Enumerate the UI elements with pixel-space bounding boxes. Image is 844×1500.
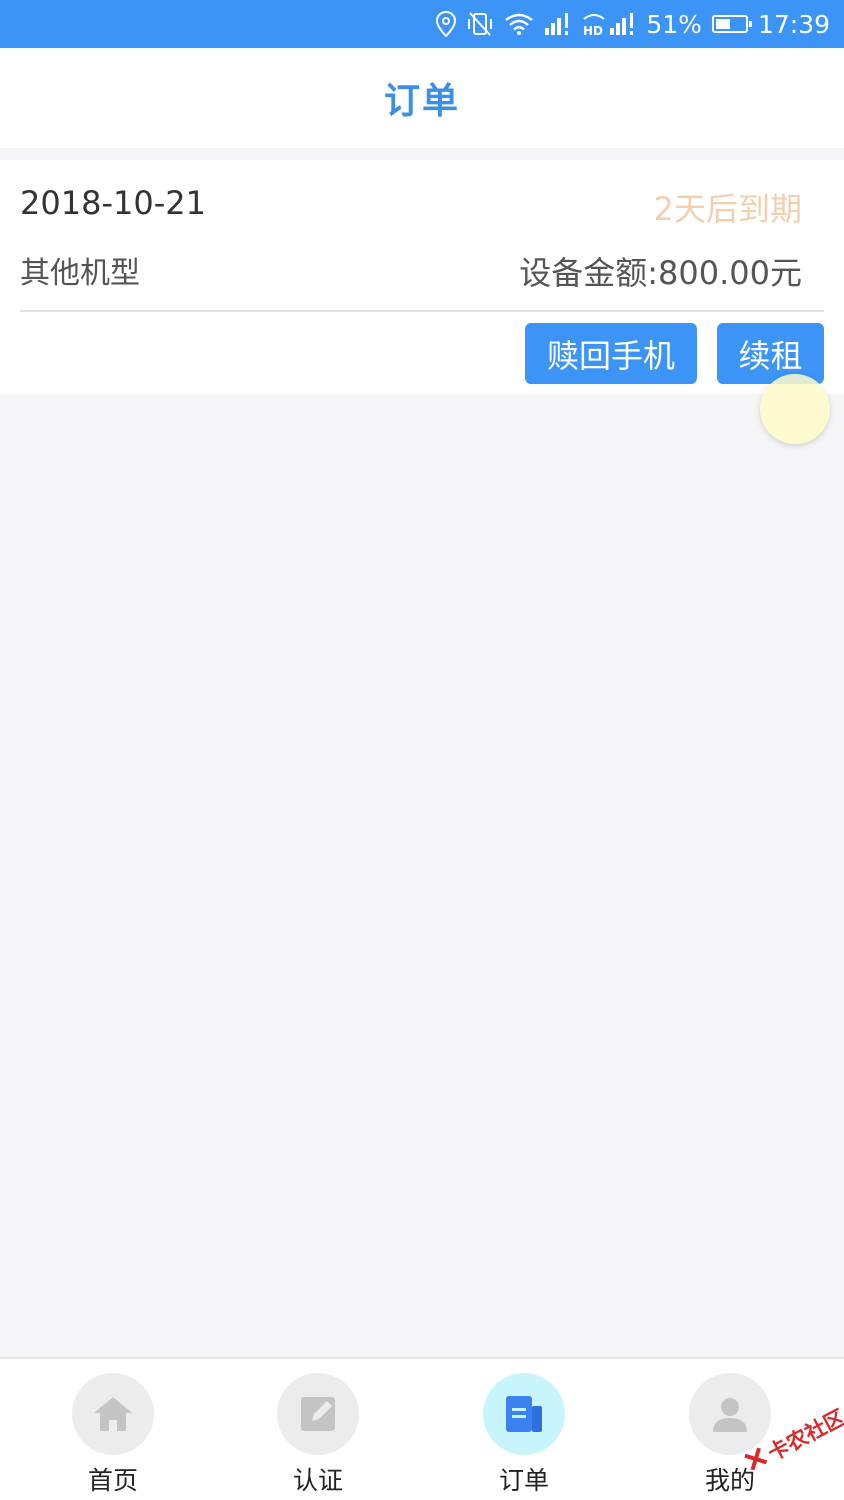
edit-icon [277,1373,359,1455]
order-device-amount: 设备金额:800.00元 [519,254,802,292]
svg-text:HD: HD [583,24,603,37]
location-icon [436,9,457,39]
nav-label: 订单 [498,1466,549,1495]
order-expiry-status: 2天后到期 [653,190,802,228]
home-icon [72,1373,154,1455]
page-title: 订单 [383,81,460,122]
nav-label: 认证 [292,1466,343,1495]
order-icon [483,1373,565,1455]
nav-item-home[interactable]: 首页 [43,1373,183,1498]
hd-signal-icon: HD [582,9,636,39]
renew-lease-button[interactable]: 续租 [717,323,824,384]
battery-icon [711,9,752,39]
order-card: 2018-10-21 2天后到期 其他机型 设备金额:800.00元 赎回手机 … [0,160,844,394]
wifi-icon [504,9,534,39]
bottom-nav: 首页 认证 订单 我的 [0,1357,844,1500]
nav-item-order[interactable]: 订单 [454,1373,594,1498]
divider [20,310,824,312]
battery-percent: 51% [646,9,702,39]
order-date: 2018-10-21 [20,184,206,222]
page-header: 订单 [0,48,844,148]
signal-icon [544,9,572,39]
redeem-phone-button[interactable]: 赎回手机 [525,323,697,384]
vibrate-off-icon [466,9,494,39]
nav-item-auth[interactable]: 认证 [248,1373,388,1498]
touch-indicator [760,374,830,444]
clock: 17:39 [757,9,830,39]
nav-label: 首页 [87,1466,138,1495]
order-device-model: 其他机型 [20,256,140,291]
status-bar: HD 51% 17:39 [0,0,844,48]
